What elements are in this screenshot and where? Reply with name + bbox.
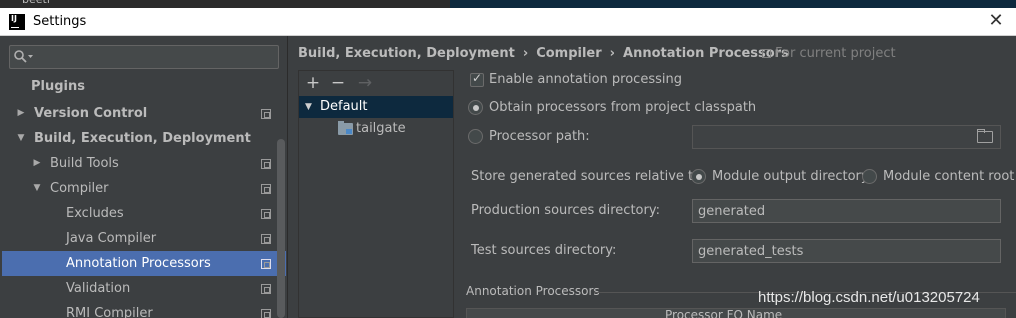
tree-item-plugins[interactable]: Plugins — [2, 74, 286, 99]
module-folder-icon — [338, 121, 353, 135]
tree-item-label: Annotation Processors — [66, 256, 211, 271]
module-label: tailgate — [356, 121, 406, 136]
title-bar: IJ Settings ✕ — [0, 8, 1016, 36]
test-dir-label: Test sources directory: — [471, 243, 617, 258]
tree-item-build-execution-deployment[interactable]: ▼ Build, Execution, Deployment — [2, 126, 286, 151]
processor-table-header[interactable]: Processor FQ Name — [466, 308, 1006, 318]
tree-item-label: Build Tools — [50, 156, 119, 171]
tree-item-validation[interactable]: Validation — [2, 276, 286, 301]
tree-item-label: Java Compiler — [66, 231, 157, 246]
browse-folder-icon[interactable] — [977, 129, 993, 143]
production-dir-field[interactable] — [692, 199, 1001, 223]
tree-item-annotation-processors[interactable]: Annotation Processors — [2, 251, 286, 276]
store-relative-label: Store generated sources relative to: — [471, 169, 706, 184]
project-scope-icon — [762, 49, 771, 58]
enable-annotation-processing-checkbox[interactable] — [470, 71, 484, 87]
production-dir-label: Production sources directory: — [471, 203, 660, 218]
breadcrumb-separator: › — [522, 46, 529, 61]
scope-note-text: For current project — [775, 46, 896, 61]
tree-scrollbar[interactable] — [277, 139, 285, 318]
tree-item-label: Validation — [66, 281, 131, 296]
tree-item-rmi-compiler[interactable]: RMI Compiler — [2, 301, 286, 318]
module-content-root-label: Module content root — [883, 169, 1015, 184]
module-output-directory-label: Module output directory — [712, 169, 869, 184]
settings-tree-panel: Plugins ▶ Version Control ▼ Build, Execu… — [0, 36, 292, 318]
watermark: https://blog.csdn.net/u013205724 — [758, 289, 980, 306]
add-profile-button[interactable]: + — [303, 73, 323, 93]
processor-profiles-panel: + − → ▼ Default tailgate — [298, 70, 454, 318]
tree-item-build-tools[interactable]: ▶ Build Tools — [2, 151, 286, 176]
project-scope-icon — [261, 234, 271, 244]
collapse-arrow-icon[interactable]: ▼ — [305, 96, 312, 118]
project-scope-icon — [261, 109, 271, 119]
tree-item-label: Build, Execution, Deployment — [34, 131, 251, 146]
tree-item-version-control[interactable]: ▶ Version Control — [2, 101, 286, 126]
annotation-processors-section-title: Annotation Processors — [466, 284, 600, 298]
breadcrumb-separator: › — [609, 46, 616, 61]
column-header-processor-fq-name[interactable]: Processor FQ Name — [665, 309, 782, 318]
collapse-arrow-icon[interactable]: ▼ — [31, 176, 43, 201]
breadcrumb-item: Compiler — [536, 46, 602, 61]
project-scope-icon — [261, 259, 271, 269]
processor-path-label: Processor path: — [489, 129, 590, 144]
project-scope-icon — [261, 284, 271, 294]
project-scope-icon — [261, 309, 271, 318]
profile-module-item[interactable]: tailgate — [299, 118, 453, 140]
search-icon[interactable] — [13, 49, 35, 65]
move-to-profile-button[interactable]: → — [355, 73, 375, 93]
module-output-directory-radio[interactable] — [691, 169, 706, 184]
search-input[interactable] — [9, 45, 279, 69]
collapse-arrow-icon[interactable]: ▼ — [15, 126, 27, 151]
production-dir-input[interactable] — [698, 200, 1000, 222]
expand-arrow-icon[interactable]: ▶ — [15, 101, 27, 126]
tree-item-compiler[interactable]: ▼ Compiler — [2, 176, 286, 201]
scope-note: For current project — [762, 44, 896, 64]
project-scope-icon — [261, 209, 271, 219]
expand-arrow-icon[interactable]: ▶ — [31, 151, 43, 176]
tree-item-label: Excludes — [66, 206, 124, 221]
tree-item-label: RMI Compiler — [66, 306, 153, 318]
project-scope-icon — [261, 184, 271, 194]
processor-path-input[interactable] — [698, 126, 1000, 148]
background-window-strip: beetl — [0, 0, 1016, 8]
obtain-from-classpath-radio[interactable] — [468, 100, 483, 115]
test-dir-field[interactable] — [692, 239, 1001, 263]
breadcrumb-item: Build, Execution, Deployment — [298, 46, 515, 61]
module-content-root-radio[interactable] — [862, 169, 877, 184]
profile-item-default[interactable]: ▼ Default — [299, 96, 453, 118]
processor-path-radio[interactable] — [468, 129, 483, 144]
remove-profile-button[interactable]: − — [328, 73, 348, 93]
background-window-text: beetl — [22, 0, 50, 6]
tree-item-java-compiler[interactable]: Java Compiler — [2, 226, 286, 251]
intellij-app-icon: IJ — [9, 14, 25, 30]
processor-path-field[interactable] — [692, 125, 1001, 149]
obtain-from-classpath-label: Obtain processors from project classpath — [489, 100, 757, 115]
breadcrumb: Build, Execution, Deployment › Compiler › An… — [298, 44, 789, 64]
test-dir-input[interactable] — [698, 240, 1000, 262]
enable-annotation-processing-label: Enable annotation processing — [489, 72, 682, 87]
tree-item-label: Version Control — [34, 106, 148, 121]
project-scope-icon — [261, 159, 271, 169]
tree-item-label: Compiler — [50, 181, 109, 196]
tree-item-excludes[interactable]: Excludes — [2, 201, 286, 226]
background-editor-area — [450, 0, 1016, 8]
profile-label: Default — [320, 99, 368, 114]
panel-divider[interactable] — [287, 36, 288, 318]
close-icon[interactable]: ✕ — [986, 11, 1006, 31]
tree-item-label: Plugins — [31, 79, 85, 94]
window-title: Settings — [33, 14, 87, 29]
